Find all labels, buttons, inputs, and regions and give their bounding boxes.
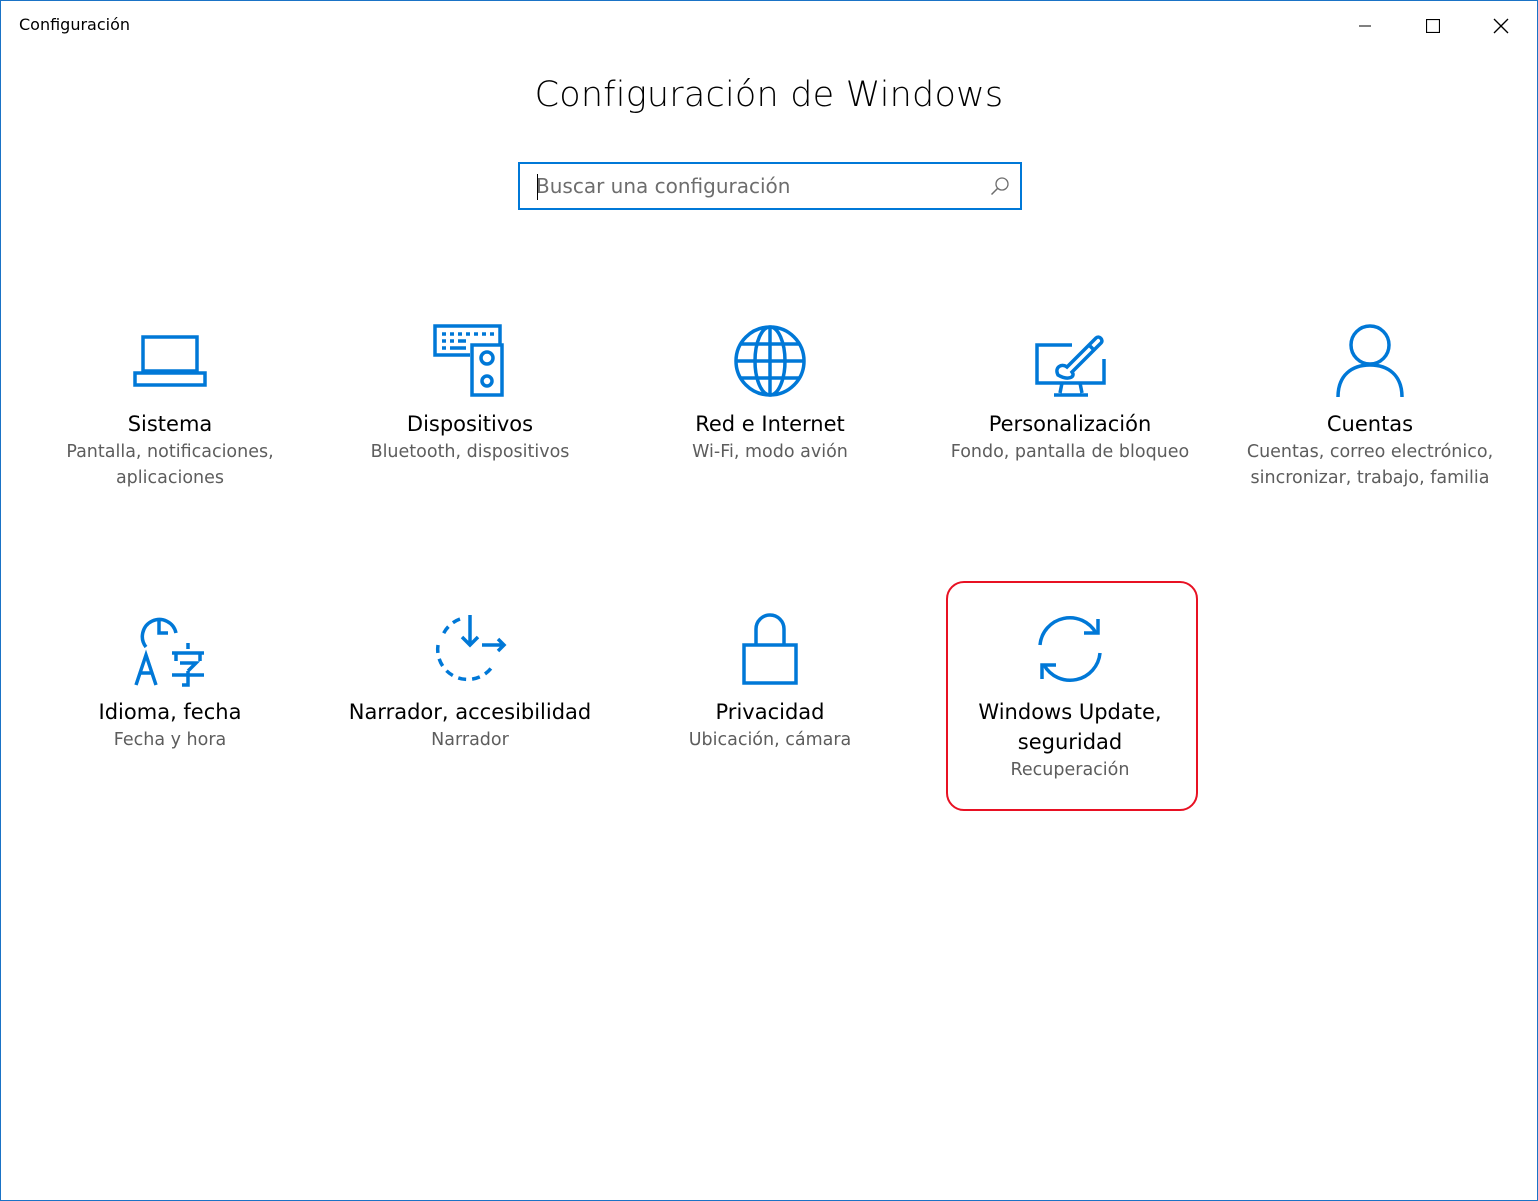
tile-description: Recuperación — [1010, 760, 1130, 780]
text-caret — [537, 174, 538, 200]
tile-label: Windows Update, seguridad — [978, 700, 1162, 754]
globe-icon — [734, 325, 806, 397]
tile-dispositivos[interactable]: Dispositivos Bluetooth, dispositivos — [320, 323, 620, 465]
tile-description: Cuentas, correo electrónico, sincronizar… — [1246, 442, 1494, 488]
page-title: Configuración de Windows — [534, 75, 1004, 115]
tile-privacidad[interactable]: Privacidad Ubicación, cámara — [620, 611, 920, 753]
person-icon — [1336, 324, 1404, 398]
settings-window: Configuración Configuración de Windows S… — [0, 0, 1538, 1201]
tile-label: Narrador, accesibilidad — [348, 700, 592, 724]
tile-label: Idioma, fecha — [98, 700, 242, 724]
devices-icon — [433, 324, 504, 397]
lock-icon — [742, 613, 798, 685]
language-clock-icon — [134, 617, 204, 687]
tile-description: Narrador — [431, 730, 509, 750]
tile-label: Cuentas — [1326, 412, 1414, 436]
close-icon — [1493, 18, 1509, 34]
search-icon[interactable] — [990, 176, 1010, 196]
tile-label: Sistema — [127, 412, 213, 436]
tile-windows-update-seguridad[interactable]: Windows Update, seguridad Recuperación — [920, 611, 1220, 783]
tile-label: Dispositivos — [406, 412, 534, 436]
tile-sistema[interactable]: Sistema Pantalla, notificaciones, aplica… — [20, 323, 320, 491]
title-bar[interactable]: Configuración — [1, 1, 1537, 51]
maximize-icon — [1426, 19, 1440, 33]
search-box[interactable] — [518, 162, 1022, 210]
tile-label: Privacidad — [715, 700, 825, 724]
tile-personalizacion[interactable]: Personalización Fondo, pantalla de bloqu… — [920, 323, 1220, 465]
tile-description: Wi-Fi, modo avión — [692, 442, 848, 462]
minimize-button[interactable] — [1331, 1, 1399, 51]
search-input[interactable] — [536, 164, 986, 208]
ease-of-access-icon — [435, 615, 507, 682]
tile-cuentas[interactable]: Cuentas Cuentas, correo electrónico, sin… — [1220, 323, 1520, 491]
tile-description: Ubicación, cámara — [688, 730, 852, 750]
tile-label: Red e Internet — [695, 412, 845, 436]
tile-red-internet[interactable]: Red e Internet Wi-Fi, modo avión — [620, 323, 920, 465]
paintbrush-icon — [1035, 335, 1106, 397]
close-button[interactable] — [1467, 1, 1535, 51]
tile-description: Bluetooth, dispositivos — [370, 442, 570, 462]
sync-icon — [1038, 616, 1102, 682]
tile-narrador-accesibilidad[interactable]: Narrador, accesibilidad Narrador — [320, 611, 620, 753]
tile-label: Personalización — [988, 412, 1152, 436]
maximize-button[interactable] — [1399, 1, 1467, 51]
tile-description: Fondo, pantalla de bloqueo — [950, 442, 1190, 462]
tile-description: Fecha y hora — [113, 730, 227, 750]
tile-idioma-fecha[interactable]: Idioma, fecha Fecha y hora — [20, 611, 320, 753]
laptop-icon — [133, 335, 207, 387]
app-title: Configuración — [19, 15, 131, 34]
tile-description: Pantalla, notificaciones, aplicaciones — [66, 442, 274, 488]
minimize-icon — [1359, 25, 1371, 27]
